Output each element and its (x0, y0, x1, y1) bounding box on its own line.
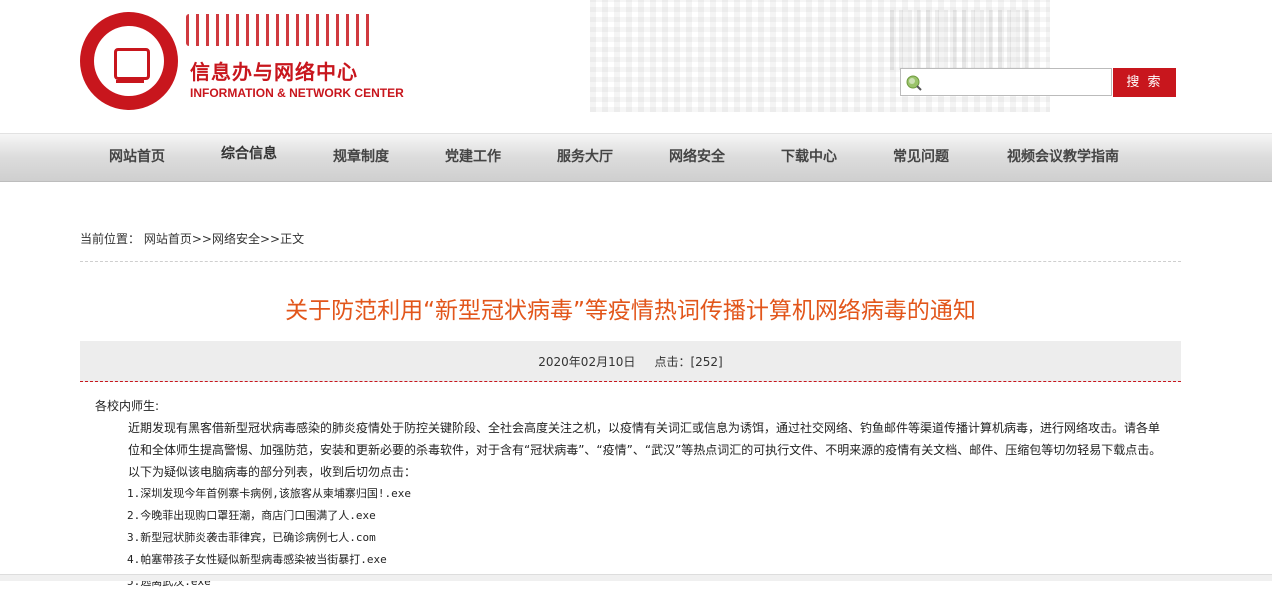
click-count-label: 点击： (654, 355, 691, 369)
article-paragraph: 以下为疑似该电脑病毒的部分列表，收到后切勿点击： (128, 465, 417, 479)
search-button[interactable]: 搜 索 (1113, 68, 1176, 97)
article-title: 关于防范利用“新型冠状病毒”等疫情热词传播计算机网络病毒的通知 (285, 298, 976, 324)
logo-inner-disc (94, 26, 164, 96)
site-header: 信息办与网络中心 INFORMATION & NETWORK CENTER 搜 … (0, 0, 1272, 132)
nav-item-network-security[interactable]: 网络安全 (657, 134, 737, 181)
logo-glyph-base (116, 70, 144, 83)
article-paragraph: 近期发现有黑客借新型冠状病毒感染的肺炎疫情处于防控关键阶段、全社会高度关注之机，… (128, 421, 1162, 457)
click-count: [252] (690, 355, 723, 369)
article-greeting: 各校内师生: (95, 399, 160, 413)
site-title-chinese: 信息办与网络中心 (190, 60, 358, 84)
site-title-english: INFORMATION & NETWORK CENTER (190, 86, 404, 100)
mongolian-script-logotype (186, 14, 376, 46)
breadcrumb-home-link[interactable]: 网站首页 (144, 232, 192, 246)
nav-item-party-work[interactable]: 党建工作 (433, 134, 513, 181)
list-item: 1.深圳发现今年首例寨卡病例,该旅客从柬埔寨归国!.exe (127, 487, 411, 500)
header-background-pattern-accent (890, 10, 1030, 70)
search-icon (906, 75, 922, 91)
nav-item-regulations[interactable]: 规章制度 (321, 134, 401, 181)
divider (80, 261, 1181, 262)
article-body: 各校内师生: 近期发现有黑客借新型冠状病毒感染的肺炎疫情处于防控关键阶段、全社会… (95, 395, 1170, 593)
nav-item-service-hall[interactable]: 服务大厅 (545, 134, 625, 181)
list-item: 2.今晚菲出现购口罩狂潮，商店门口围满了人.exe (127, 509, 376, 522)
search-input[interactable] (924, 70, 1114, 96)
list-item: 4.帕塞带孩子女性疑似新型病毒感染被当街暴打.exe (127, 553, 387, 566)
article-meta: 2020年02月10日 点击：[252] (80, 353, 1181, 370)
nav-item-video-conference-guide[interactable]: 视频会议教学指南 (993, 134, 1133, 181)
university-logo[interactable] (80, 12, 178, 110)
nav-item-home[interactable]: 网站首页 (97, 134, 177, 181)
article-date: 2020年02月10日 (538, 355, 636, 369)
breadcrumb-prefix: 当前位置： (80, 232, 141, 246)
breadcrumb: 当前位置： 网站首页>>网络安全>>正文 (80, 230, 304, 247)
breadcrumb-section-link[interactable]: 网络安全 (212, 232, 260, 246)
breadcrumb-current: 正文 (280, 232, 305, 246)
breadcrumb-separator: >> (191, 232, 212, 246)
breadcrumb-separator: >> (259, 232, 281, 246)
article-meta-bar: 2020年02月10日 点击：[252] (80, 341, 1181, 382)
nav-item-general-info[interactable]: 综合信息 (209, 134, 289, 181)
nav-item-downloads[interactable]: 下载中心 (769, 134, 849, 181)
list-item: 3.新型冠状肺炎袭击菲律宾，已确诊病例七人.com (127, 531, 376, 544)
main-navigation: 网站首页 综合信息 规章制度 党建工作 服务大厅 网络安全 下载中心 常见问题 … (0, 133, 1272, 182)
nav-item-faq[interactable]: 常见问题 (881, 134, 961, 181)
